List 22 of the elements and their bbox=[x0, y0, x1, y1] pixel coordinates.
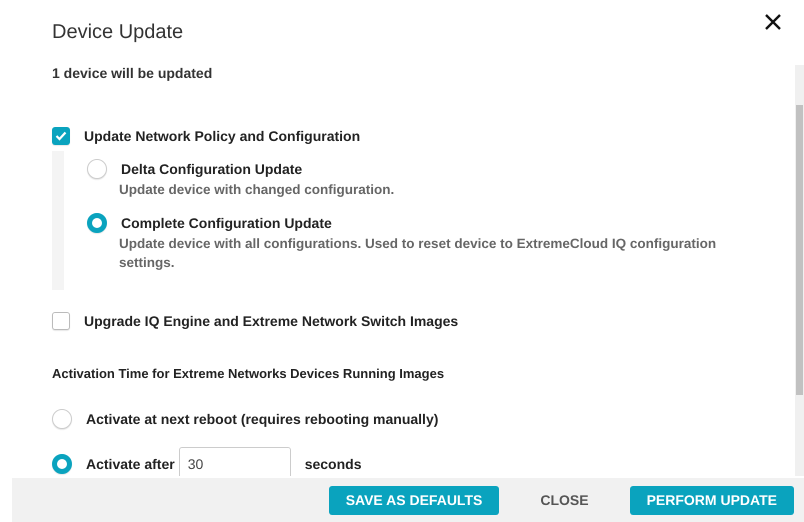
choice-description: Update device with changed configuration. bbox=[119, 181, 396, 199]
section-heading: Activation Time for Extreme Networks Devices Running Images bbox=[52, 366, 446, 381]
radio-button[interactable] bbox=[87, 159, 107, 179]
text-button[interactable]: CLOSE bbox=[523, 486, 606, 514]
choice-label: Activate at next reboot (requires rebooting manually) bbox=[86, 411, 438, 427]
seconds-input[interactable]: 30 bbox=[178, 447, 291, 476]
radio-button[interactable] bbox=[87, 213, 107, 233]
radio-button[interactable] bbox=[52, 409, 72, 429]
checkbox[interactable] bbox=[52, 127, 70, 145]
radio-button[interactable] bbox=[52, 454, 72, 474]
choice-label: Activate after bbox=[86, 456, 175, 472]
option-label: Update Network Policy and Configuration bbox=[84, 128, 360, 144]
checkbox[interactable] bbox=[52, 312, 70, 330]
scrollbar[interactable] bbox=[795, 65, 804, 476]
check-icon bbox=[55, 131, 67, 141]
unit-label: seconds bbox=[304, 456, 362, 472]
choice-description: Update device with all configurations. Used to reset device to ExtremeCloud IQ configuration settings. bbox=[119, 235, 718, 272]
choice-label: Delta Configuration Update bbox=[121, 161, 302, 177]
choice-label: Complete Configuration Update bbox=[121, 215, 332, 231]
dialog-title: Device Update bbox=[52, 21, 184, 44]
device-count-text: 1 device will be updated bbox=[52, 65, 214, 81]
option-label: Upgrade IQ Engine and Extreme Network Switch Images bbox=[84, 313, 458, 329]
